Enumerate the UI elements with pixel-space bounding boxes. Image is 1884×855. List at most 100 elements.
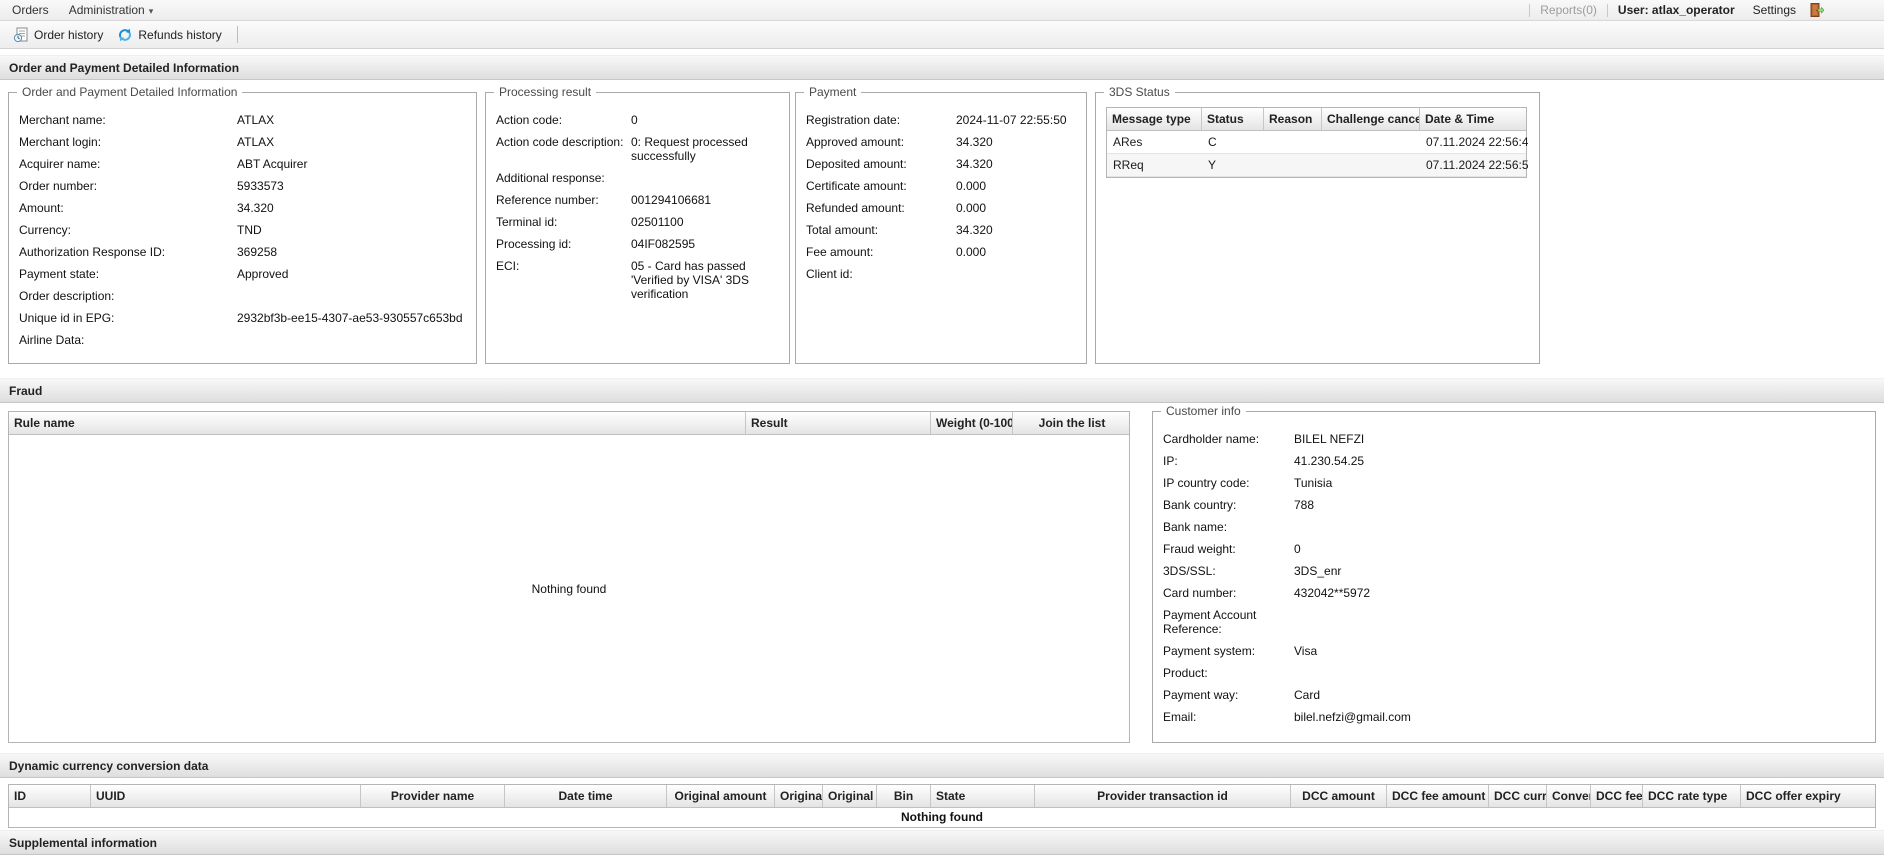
- field-value: bilel.nefzi@gmail.com: [1294, 710, 1411, 724]
- divider: [1606, 3, 1608, 17]
- field-row: Order description:: [19, 285, 466, 307]
- column-header[interactable]: ID: [9, 785, 91, 807]
- table-cell: 07.11.2024 22:56:42: [1426, 135, 1528, 149]
- logout-door-icon[interactable]: [1808, 2, 1825, 18]
- field-row: Bank country: 788: [1163, 494, 1865, 516]
- column-header[interactable]: Rule name: [9, 412, 746, 434]
- field-value: [237, 289, 466, 303]
- field-label: Payment system:: [1163, 644, 1256, 658]
- column-header[interactable]: DCC amount: [1291, 785, 1387, 807]
- menu-orders-label: Orders: [12, 3, 49, 17]
- field-value: 0.000: [956, 201, 987, 215]
- field-label: Currency:: [19, 223, 72, 237]
- table-row[interactable]: RReq Y 07.11.2024 22:56:58: [1107, 154, 1528, 177]
- table-row[interactable]: ARes C 07.11.2024 22:56:42: [1107, 131, 1528, 154]
- column-header[interactable]: Challenge cancel: [1322, 108, 1420, 130]
- column-header[interactable]: Date time: [505, 785, 667, 807]
- column-header[interactable]: Weight (0-100): [931, 412, 1013, 434]
- field-label: Bank country:: [1163, 498, 1237, 512]
- field-value: [956, 267, 1076, 281]
- column-header[interactable]: Original f: [775, 785, 823, 807]
- three-ds-table: Message type Status Reason Challenge cancel…: [1106, 107, 1528, 178]
- column-header[interactable]: Status: [1202, 108, 1264, 130]
- field-row: Amount: 34.320: [19, 197, 466, 219]
- menu-reports[interactable]: Reports(0): [1540, 3, 1597, 17]
- field-label: Action code:: [496, 113, 563, 127]
- column-header[interactable]: State: [931, 785, 1035, 807]
- field-value: Card: [1294, 688, 1321, 702]
- field-row: Action code: 0: [496, 109, 779, 131]
- column-header[interactable]: Original amount: [667, 785, 775, 807]
- column-header[interactable]: DCC fee amount: [1387, 785, 1489, 807]
- menu-administration[interactable]: Administration ▾: [61, 3, 166, 17]
- column-header[interactable]: Message type: [1107, 108, 1202, 130]
- column-header[interactable]: Conversi: [1547, 785, 1591, 807]
- table-cell: [1322, 131, 1420, 153]
- field-value: [1294, 520, 1865, 534]
- field-row: Refunded amount: 0.000: [806, 197, 1076, 219]
- field-row: Currency: TND: [19, 219, 466, 241]
- column-header[interactable]: UUID: [91, 785, 361, 807]
- menu-settings[interactable]: Settings: [1753, 3, 1796, 17]
- field-row: Bank name:: [1163, 516, 1865, 538]
- refunds-history-label: Refunds history: [138, 27, 222, 42]
- section-header-main: Order and Payment Detailed Information: [0, 55, 1884, 80]
- field-row: Email: bilel.nefzi@gmail.com: [1163, 706, 1865, 728]
- column-header[interactable]: Bin: [877, 785, 931, 807]
- column-header[interactable]: DCC offer expiry: [1741, 785, 1875, 807]
- field-label: Product:: [1163, 666, 1208, 680]
- field-label: Client id:: [806, 267, 853, 281]
- field-row: 3DS/SSL: 3DS_enr: [1163, 560, 1865, 582]
- field-row: Order number: 5933573: [19, 175, 466, 197]
- field-value: [631, 171, 779, 185]
- column-header[interactable]: Reason: [1264, 108, 1322, 130]
- field-label: Amount:: [19, 201, 64, 215]
- field-row: ECI: 05 - Card has passed 'Verified by VI…: [496, 255, 779, 305]
- field-value: Visa: [1294, 644, 1318, 658]
- field-value: Approved: [237, 267, 289, 281]
- column-header[interactable]: Result: [746, 412, 931, 434]
- dcc-table-empty-state: Nothing found: [901, 810, 983, 824]
- field-label: Approved amount:: [806, 135, 905, 149]
- column-header[interactable]: Provider transaction id: [1035, 785, 1291, 807]
- column-header[interactable]: DCC fee: [1591, 785, 1643, 807]
- column-header[interactable]: Original c: [823, 785, 877, 807]
- field-value: 788: [1294, 498, 1315, 512]
- payment-legend: Payment: [804, 85, 862, 99]
- three-ds-table-body: ARes C 07.11.2024 22:56:42 RReq Y 07.11.2024 …: [1107, 131, 1528, 177]
- field-row: Payment system: Visa: [1163, 640, 1865, 662]
- section-header-dcc: Dynamic currency conversion data: [0, 753, 1884, 778]
- dcc-table-header: ID UUID Provider name Date time Original amo…: [9, 785, 1875, 808]
- column-header[interactable]: DCC curr: [1489, 785, 1547, 807]
- three-ds-status-panel: 3DS Status Message type Status Reason Chall…: [1095, 85, 1540, 364]
- field-row: Terminal id: 02501100: [496, 211, 779, 233]
- field-label: Additional response:: [496, 171, 605, 185]
- field-value: ATLAX: [237, 113, 275, 127]
- field-row: Fee amount: 0.000: [806, 241, 1076, 263]
- order-history-button[interactable]: Order history: [6, 25, 110, 45]
- field-value: 2024-11-07 22:55:50: [956, 113, 1067, 127]
- field-value: 0: Request processed successfully: [631, 135, 748, 163]
- field-label: Card number:: [1163, 586, 1237, 600]
- customer-info-legend: Customer info: [1161, 404, 1246, 418]
- section-header-main-label: Order and Payment Detailed Information: [9, 60, 240, 75]
- detail-panels-row: Order and Payment Detailed Information M…: [0, 80, 1884, 378]
- column-header[interactable]: Provider name: [361, 785, 505, 807]
- field-row: Additional response:: [496, 167, 779, 189]
- field-label: Processing id:: [496, 237, 572, 251]
- field-value: 2932bf3b-ee15-4307-ae53-930557c653bd: [237, 311, 463, 325]
- field-label: Acquirer name:: [19, 157, 101, 171]
- field-row: Product:: [1163, 662, 1865, 684]
- field-row: Airline Data:: [19, 329, 466, 351]
- menu-orders[interactable]: Orders: [4, 3, 61, 17]
- field-label: Cardholder name:: [1163, 432, 1260, 446]
- field-label: Payment state:: [19, 267, 100, 281]
- column-header[interactable]: Date & Time: [1420, 108, 1528, 130]
- refunds-history-button[interactable]: Refunds history: [110, 25, 228, 45]
- field-row: Payment Account Reference:: [1163, 604, 1865, 640]
- column-header[interactable]: Join the list: [1013, 412, 1131, 434]
- table-cell: ARes: [1113, 135, 1143, 149]
- column-header[interactable]: DCC rate type: [1643, 785, 1741, 807]
- field-value: 34.320: [237, 201, 274, 215]
- field-label: Registration date:: [806, 113, 901, 127]
